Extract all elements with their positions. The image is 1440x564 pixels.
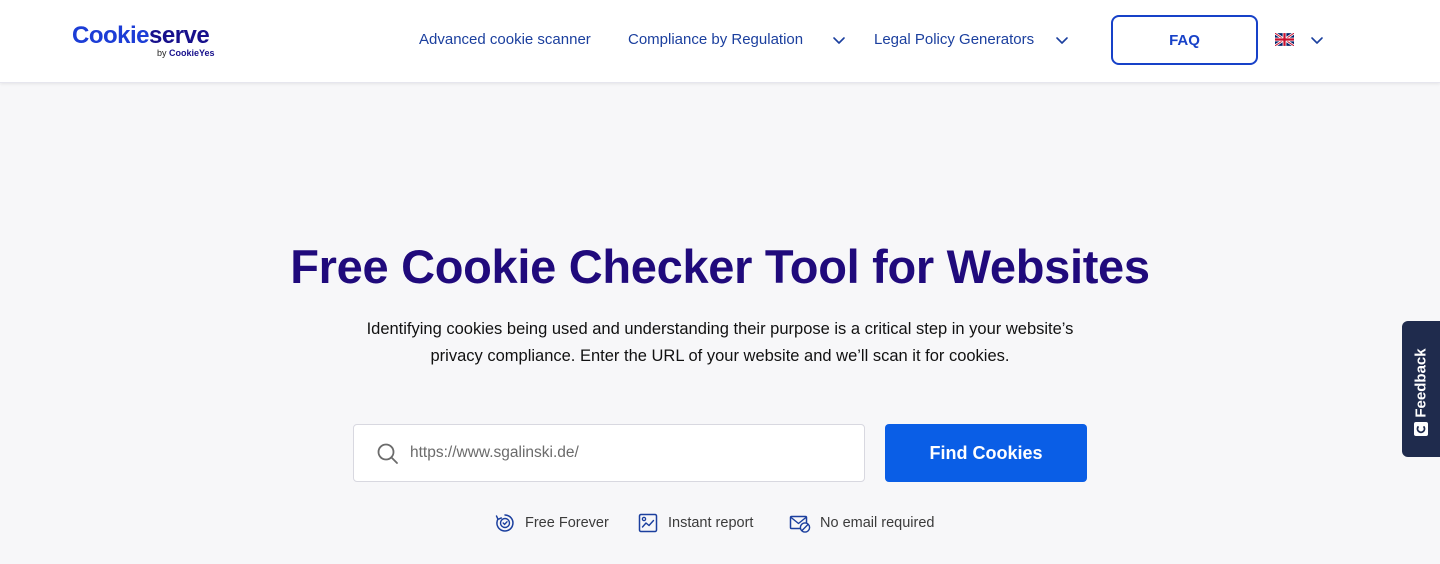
- find-cookies-button[interactable]: Find Cookies: [885, 424, 1087, 482]
- nav-compliance-by-regulation[interactable]: Compliance by Regulation: [628, 30, 803, 50]
- chevron-down-icon[interactable]: [831, 32, 847, 48]
- search-icon: [377, 443, 398, 464]
- nav-advanced-cookie-scanner[interactable]: Advanced cookie scanner: [419, 30, 591, 50]
- url-input[interactable]: [410, 425, 850, 481]
- faq-button[interactable]: FAQ: [1111, 15, 1258, 65]
- feature-no-email-label: No email required: [820, 515, 935, 531]
- feature-no-email-required: No email required: [789, 512, 934, 534]
- hero-description: Identifying cookies being used and under…: [366, 320, 1074, 365]
- nav-legal-policy-generators[interactable]: Legal Policy Generators: [874, 30, 1034, 50]
- logo-tagline: by CookieYes: [157, 48, 215, 58]
- feature-instant-report-label: Instant report: [668, 515, 754, 531]
- language-chevron-down-icon[interactable]: [1309, 32, 1325, 48]
- no-email-icon: [789, 515, 811, 533]
- url-search-field[interactable]: [353, 424, 865, 482]
- cookieserve-logo[interactable]: Cookieserve by CookieYes: [72, 22, 232, 62]
- feature-instant-report: Instant report: [637, 512, 753, 534]
- uk-flag-icon[interactable]: [1275, 33, 1294, 46]
- feature-free-forever: Free Forever: [494, 512, 609, 534]
- site-header: Cookieserve by CookieYes Advanced cookie…: [0, 0, 1440, 83]
- free-forever-icon: [495, 514, 514, 532]
- feedback-icon: [1414, 422, 1428, 436]
- feature-free-forever-label: Free Forever: [525, 515, 609, 531]
- logo-wordmark: Cookieserve: [72, 22, 210, 49]
- feedback-tab[interactable]: Feedback: [1402, 321, 1440, 457]
- instant-report-icon: [638, 513, 658, 533]
- page-title: Free Cookie Checker Tool for Websites: [290, 240, 1150, 293]
- chevron-down-icon[interactable]: [1054, 32, 1070, 48]
- feedback-label: Feedback: [1412, 348, 1430, 418]
